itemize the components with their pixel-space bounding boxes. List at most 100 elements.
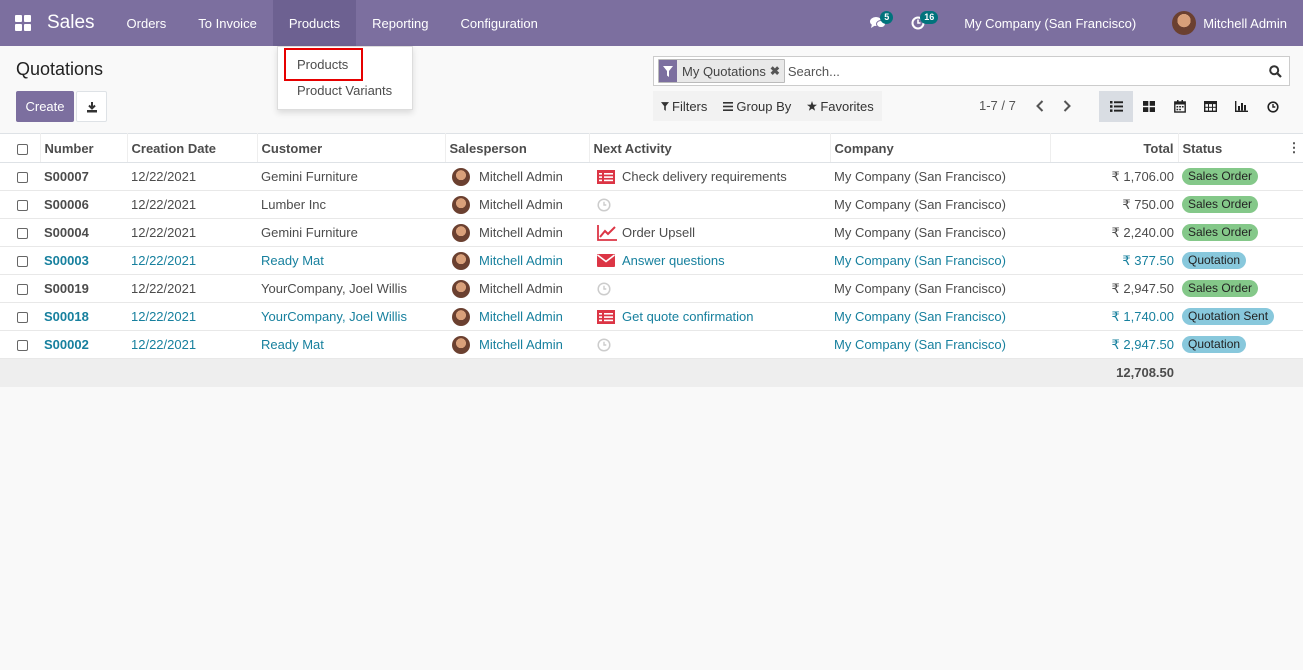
cell-total[interactable]: ₹ 750.00 — [1050, 190, 1178, 219]
cell-status[interactable]: Sales Order — [1178, 162, 1303, 191]
clock-icon[interactable] — [597, 337, 617, 352]
column-header-status[interactable]: Status ⋮ — [1178, 133, 1303, 163]
optional-columns-icon[interactable]: ⋮ — [1288, 140, 1301, 156]
line-chart-icon[interactable] — [597, 224, 617, 241]
menu-orders[interactable]: Orders — [111, 0, 183, 46]
cell-creation-date[interactable]: 12/22/2021 — [127, 330, 257, 359]
table-row[interactable]: S00018 12/22/2021 YourCompany, Joel Willis… — [0, 302, 1303, 331]
cell-customer[interactable]: Gemini Furniture — [257, 162, 445, 191]
clock-icon[interactable] — [597, 197, 617, 212]
menu-products[interactable]: Products — [272, 0, 357, 46]
table-row[interactable]: S00003 12/22/2021 Ready Mat Mitchell Admin A… — [0, 246, 1303, 275]
cell-next-activity[interactable] — [589, 190, 830, 219]
cell-next-activity[interactable]: Answer questions — [589, 246, 830, 275]
table-row[interactable]: S00002 12/22/2021 Ready Mat Mitchell Admin M… — [0, 330, 1303, 359]
graph-view-button[interactable] — [1226, 91, 1257, 122]
cell-customer[interactable]: YourCompany, Joel Willis — [257, 274, 445, 303]
cell-salesperson[interactable]: Mitchell Admin — [445, 330, 589, 359]
cell-total[interactable]: ₹ 2,947.50 — [1050, 274, 1178, 303]
apps-menu-icon[interactable] — [0, 0, 46, 46]
column-header-customer[interactable]: Customer — [257, 133, 446, 163]
pager-value[interactable]: 1-7 / 7 — [979, 98, 1016, 113]
list-view-button[interactable] — [1099, 91, 1133, 122]
cell-next-activity[interactable]: Order Upsell — [589, 218, 830, 247]
cell-creation-date[interactable]: 12/22/2021 — [127, 274, 257, 303]
clock-icon[interactable] — [597, 281, 617, 296]
pager-previous-button[interactable] — [1031, 96, 1049, 116]
cell-salesperson[interactable]: Mitchell Admin — [445, 218, 589, 247]
activity-view-button[interactable] — [1257, 91, 1288, 122]
cell-number[interactable]: S00006 — [40, 190, 127, 219]
pivot-view-button[interactable] — [1195, 91, 1226, 122]
column-header-salesperson[interactable]: Salesperson — [445, 133, 590, 163]
app-name[interactable]: Sales — [47, 12, 95, 34]
facet-remove-icon[interactable]: ✖ — [770, 64, 784, 78]
cell-customer[interactable]: Gemini Furniture — [257, 218, 445, 247]
cell-total[interactable]: ₹ 1,740.00 — [1050, 302, 1178, 331]
select-all-checkbox[interactable] — [17, 143, 28, 155]
pager-next-button[interactable] — [1058, 96, 1076, 116]
cell-customer[interactable]: Lumber Inc — [257, 190, 445, 219]
cell-number[interactable]: S00004 — [40, 218, 127, 247]
activities-button[interactable]: 16 — [898, 0, 939, 46]
row-checkbox[interactable] — [17, 172, 28, 184]
cell-company[interactable]: My Company (San Francisco) — [830, 330, 1050, 359]
column-header-creation-date[interactable]: Creation Date — [127, 133, 258, 163]
table-row[interactable]: S00004 12/22/2021 Gemini Furniture Mitchell… — [0, 218, 1303, 247]
cell-customer[interactable]: Ready Mat — [257, 246, 445, 275]
export-button[interactable] — [76, 91, 107, 122]
cell-next-activity[interactable]: Check delivery requirements — [589, 162, 830, 191]
cell-company[interactable]: My Company (San Francisco) — [830, 246, 1050, 275]
cell-company[interactable]: My Company (San Francisco) — [830, 190, 1050, 219]
cell-next-activity[interactable] — [589, 330, 830, 359]
envelope-icon[interactable] — [597, 254, 617, 267]
row-checkbox[interactable] — [17, 284, 28, 296]
cell-company[interactable]: My Company (San Francisco) — [830, 218, 1050, 247]
row-checkbox[interactable] — [17, 256, 28, 268]
checklist-icon[interactable] — [597, 169, 617, 184]
column-header-next-activity[interactable]: Next Activity — [589, 133, 831, 163]
checklist-icon[interactable] — [597, 309, 617, 324]
company-switcher[interactable]: My Company (San Francisco) — [946, 0, 1154, 46]
cell-number[interactable]: S00019 — [40, 274, 127, 303]
cell-status[interactable]: Sales Order — [1178, 274, 1303, 303]
favorites-button[interactable]: Favorites — [799, 91, 881, 121]
dropdown-item-product-variants[interactable]: Product Variants — [278, 78, 412, 104]
cell-customer[interactable]: YourCompany, Joel Willis — [257, 302, 445, 331]
row-checkbox[interactable] — [17, 340, 28, 352]
table-row[interactable]: S00007 12/22/2021 Gemini Furniture Mitchell… — [0, 162, 1303, 191]
cell-number[interactable]: S00003 — [40, 246, 127, 275]
cell-number[interactable]: S00007 — [40, 162, 127, 191]
cell-total[interactable]: ₹ 2,947.50 — [1050, 330, 1178, 359]
messages-button[interactable]: 5 — [858, 0, 898, 46]
cell-total[interactable]: ₹ 1,706.00 — [1050, 162, 1178, 191]
menu-configuration[interactable]: Configuration — [445, 0, 554, 46]
user-menu[interactable]: Mitchell Admin — [1154, 0, 1303, 46]
column-header-total[interactable]: Total — [1050, 133, 1179, 163]
cell-total[interactable]: ₹ 377.50 — [1050, 246, 1178, 275]
groupby-button[interactable]: Group By — [715, 91, 799, 121]
cell-status[interactable]: Quotation — [1178, 330, 1303, 359]
cell-salesperson[interactable]: Mitchell Admin — [445, 246, 589, 275]
row-checkbox[interactable] — [17, 200, 28, 212]
cell-salesperson[interactable]: Mitchell Admin — [445, 274, 589, 303]
table-row[interactable]: S00019 12/22/2021 YourCompany, Joel Willis… — [0, 274, 1303, 303]
cell-next-activity[interactable] — [589, 274, 830, 303]
cell-creation-date[interactable]: 12/22/2021 — [127, 190, 257, 219]
cell-status[interactable]: Sales Order — [1178, 190, 1303, 219]
cell-creation-date[interactable]: 12/22/2021 — [127, 162, 257, 191]
cell-creation-date[interactable]: 12/22/2021 — [127, 246, 257, 275]
cell-status[interactable]: Sales Order — [1178, 218, 1303, 247]
search-input[interactable] — [787, 63, 1261, 79]
cell-total[interactable]: ₹ 2,240.00 — [1050, 218, 1178, 247]
table-row[interactable]: S00006 12/22/2021 Lumber Inc Mitchell Admin… — [0, 190, 1303, 219]
cell-number[interactable]: S00018 — [40, 302, 127, 331]
cell-status[interactable]: Quotation — [1178, 246, 1303, 275]
cell-creation-date[interactable]: 12/22/2021 — [127, 218, 257, 247]
cell-company[interactable]: My Company (San Francisco) — [830, 302, 1050, 331]
cell-next-activity[interactable]: Get quote confirmation — [589, 302, 830, 331]
menu-reporting[interactable]: Reporting — [356, 0, 444, 46]
cell-customer[interactable]: Ready Mat — [257, 330, 445, 359]
cell-salesperson[interactable]: Mitchell Admin — [445, 162, 589, 191]
create-button[interactable]: Create — [16, 91, 74, 122]
